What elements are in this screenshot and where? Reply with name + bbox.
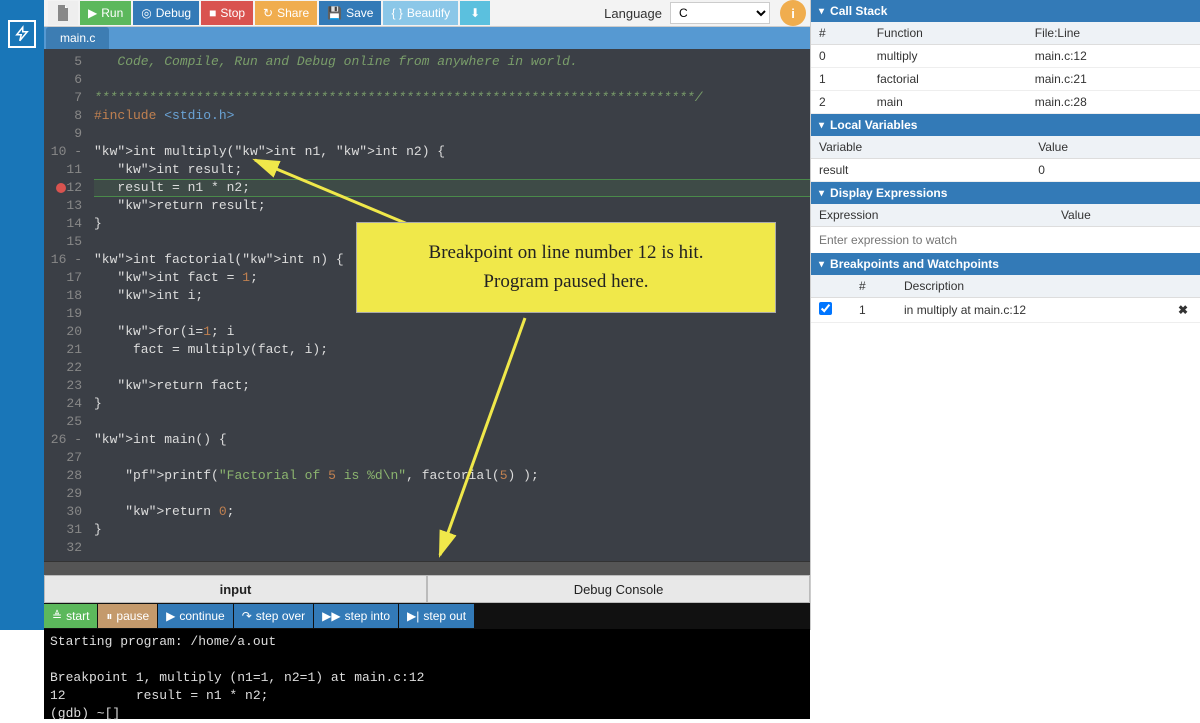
editor-scrollbar[interactable] xyxy=(44,561,810,575)
step-over-button[interactable]: ↷step over xyxy=(234,604,313,628)
delete-breakpoint-button[interactable]: ✖ xyxy=(1170,298,1200,323)
table-row: 1in multiply at main.c:12✖ xyxy=(811,298,1200,323)
callstack-header[interactable]: ▾Call Stack xyxy=(811,0,1200,22)
braces-icon: { } xyxy=(391,6,402,20)
target-icon: ◎ xyxy=(141,6,151,20)
app-sidebar xyxy=(0,0,44,630)
breakpoint-checkbox[interactable] xyxy=(819,302,832,315)
info-button[interactable]: i xyxy=(780,0,806,26)
logo-icon xyxy=(8,20,36,48)
table-row[interactable]: 1factorialmain.c:21 xyxy=(811,68,1200,91)
continue-button[interactable]: ▶continue xyxy=(158,604,233,628)
start-button[interactable]: ≜start xyxy=(44,604,97,628)
file-tab[interactable]: main.c xyxy=(46,27,109,49)
play-icon: ▶ xyxy=(88,6,97,20)
io-tabs: input Debug Console xyxy=(44,575,810,603)
share-button[interactable]: ↻Share xyxy=(255,1,317,25)
callstack-table: # Function File:Line 0multiplymain.c:121… xyxy=(811,22,1200,114)
download-button[interactable]: ⬇ xyxy=(460,1,490,25)
main-toolbar: ▶Run ◎Debug ■Stop ↻Share 💾Save { }Beauti… xyxy=(44,0,810,27)
share-icon: ↻ xyxy=(263,6,273,20)
annotation-callout: Breakpoint on line number 12 is hit. Pro… xyxy=(356,222,776,313)
step-into-icon: ▶▶ xyxy=(322,609,340,623)
locals-table: Variable Value result0 xyxy=(811,136,1200,182)
table-row[interactable]: 0multiplymain.c:12 xyxy=(811,45,1200,68)
debug-console-output: Starting program: /home/a.out Breakpoint… xyxy=(44,629,810,719)
stop-icon: ■ xyxy=(209,6,216,20)
language-select[interactable]: C xyxy=(670,2,770,24)
tab-input[interactable]: input xyxy=(44,575,427,603)
run-button[interactable]: ▶Run xyxy=(80,1,131,25)
file-tab-bar: main.c xyxy=(44,27,810,49)
download-icon: ⬇ xyxy=(470,6,480,20)
chevron-down-icon: ▾ xyxy=(819,120,824,131)
debug-side-panel: ▾Call Stack # Function File:Line 0multip… xyxy=(810,0,1200,630)
step-into-button[interactable]: ▶▶step into xyxy=(314,604,398,628)
step-out-button[interactable]: ▶|step out xyxy=(399,604,474,628)
chevron-down-icon: ▾ xyxy=(819,188,824,199)
beautify-button[interactable]: { }Beautify xyxy=(383,1,458,25)
tab-debug-console[interactable]: Debug Console xyxy=(427,575,810,603)
expression-input[interactable] xyxy=(811,227,1200,253)
table-row[interactable]: 2mainmain.c:28 xyxy=(811,91,1200,114)
expressions-table: Expression Value xyxy=(811,204,1200,227)
new-file-button[interactable] xyxy=(48,1,78,25)
expressions-header[interactable]: ▾Display Expressions xyxy=(811,182,1200,204)
step-over-icon: ↷ xyxy=(242,609,252,623)
pause-icon: ⏸ xyxy=(106,609,112,624)
locals-header[interactable]: ▾Local Variables xyxy=(811,114,1200,136)
upload-icon: ≜ xyxy=(52,609,62,623)
language-label: Language xyxy=(604,6,662,21)
info-icon: i xyxy=(791,6,795,21)
breakpoints-table: # Description 1in multiply at main.c:12✖ xyxy=(811,275,1200,323)
play-icon: ▶ xyxy=(166,609,175,623)
step-out-icon: ▶| xyxy=(407,609,419,623)
debug-controls: ≜start ⏸pause ▶continue ↷step over ▶▶ste… xyxy=(44,603,810,629)
pause-button[interactable]: ⏸pause xyxy=(98,604,157,628)
debug-button[interactable]: ◎Debug xyxy=(133,1,199,25)
save-button[interactable]: 💾Save xyxy=(319,1,381,25)
chevron-down-icon: ▾ xyxy=(819,6,824,17)
chevron-down-icon: ▾ xyxy=(819,259,824,270)
table-row[interactable]: result0 xyxy=(811,159,1200,182)
stop-button[interactable]: ■Stop xyxy=(201,1,253,25)
save-icon: 💾 xyxy=(327,6,342,20)
breakpoints-header[interactable]: ▾Breakpoints and Watchpoints xyxy=(811,253,1200,275)
